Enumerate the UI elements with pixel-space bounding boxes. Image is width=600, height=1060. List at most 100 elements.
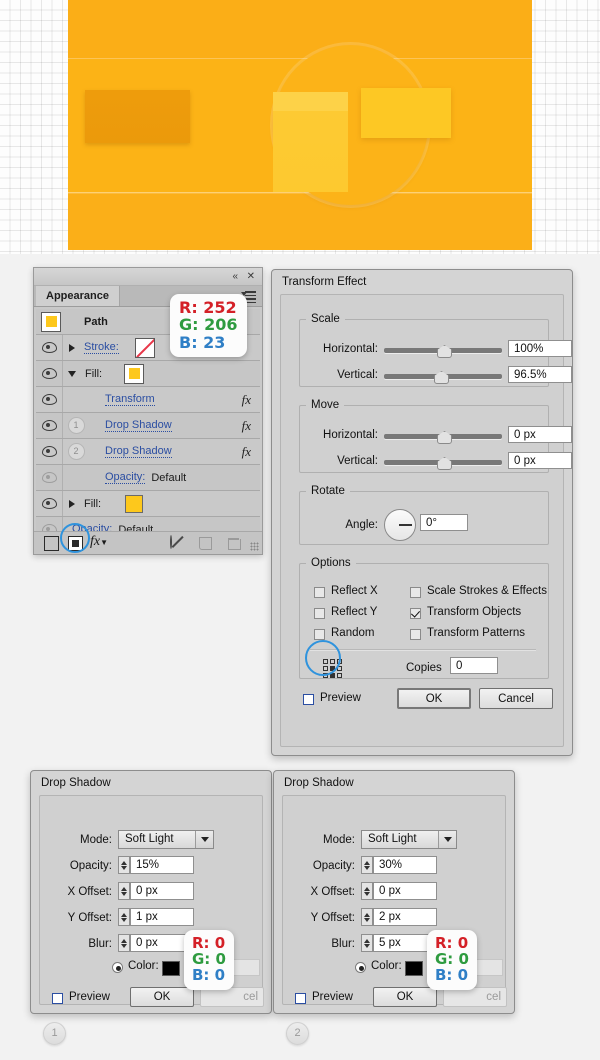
- scale-strokes-effects-checkbox[interactable]: [410, 587, 421, 598]
- ds1-color-chip[interactable]: [162, 961, 180, 976]
- visibility-toggle[interactable]: [36, 361, 63, 386]
- appearance-row-label[interactable]: Drop Shadow: [105, 419, 172, 432]
- appearance-row-label[interactable]: Fill:: [85, 368, 102, 380]
- copies-input[interactable]: [450, 657, 498, 674]
- ds1-mode-select[interactable]: Soft Light: [118, 830, 214, 849]
- ds2-preview-checkbox[interactable]: [295, 993, 306, 1004]
- ds2-opacity-spinner[interactable]: [361, 856, 373, 874]
- visibility-toggle[interactable]: [36, 335, 63, 360]
- appearance-row-drop-shadow-1[interactable]: 1 Drop Shadow fx: [36, 413, 260, 439]
- transform-cancel-button[interactable]: Cancel: [479, 688, 553, 709]
- close-icon[interactable]: ✕: [247, 270, 255, 283]
- scale-horizontal-input[interactable]: [508, 340, 572, 357]
- visibility-toggle[interactable]: [36, 491, 63, 516]
- chevron-right-icon[interactable]: [69, 499, 75, 508]
- ds1-y-offset-spinner[interactable]: [118, 908, 130, 926]
- fx-icon[interactable]: fx: [242, 418, 251, 434]
- ds1-blur-spinner[interactable]: [118, 934, 130, 952]
- transform-objects-label[interactable]: Transform Objects: [427, 606, 521, 618]
- scale-vertical-slider-knob[interactable]: [434, 371, 449, 384]
- ds1-x-offset-input[interactable]: [130, 882, 194, 900]
- stroke-swatch-none[interactable]: [134, 337, 155, 358]
- chevron-down-icon[interactable]: [68, 370, 76, 377]
- rotate-angle-input[interactable]: [420, 514, 468, 531]
- copies-label: Copies: [406, 662, 442, 674]
- ds2-color-radio[interactable]: [355, 962, 366, 973]
- fx-icon[interactable]: fx: [242, 392, 251, 408]
- scale-strokes-effects-label[interactable]: Scale Strokes & Effects: [427, 585, 547, 597]
- ds1-preview-label[interactable]: Preview: [69, 991, 110, 1003]
- ds2-y-offset-input[interactable]: [373, 908, 437, 926]
- double-chevron-left-icon[interactable]: «: [232, 270, 238, 283]
- ds1-ok-button[interactable]: OK: [130, 987, 194, 1007]
- ds2-y-offset-spinner[interactable]: [361, 908, 373, 926]
- appearance-row-label[interactable]: Fill:: [84, 498, 101, 510]
- ds2-preview-label[interactable]: Preview: [312, 991, 353, 1003]
- ds2-x-offset-input[interactable]: [373, 882, 437, 900]
- transform-ok-button[interactable]: OK: [397, 688, 471, 709]
- move-vertical-slider-knob[interactable]: [437, 457, 452, 470]
- reflect-x-label[interactable]: Reflect X: [331, 585, 378, 597]
- reflect-x-checkbox[interactable]: [314, 587, 325, 598]
- ds1-opacity-input[interactable]: [130, 856, 194, 874]
- transform-preview-label[interactable]: Preview: [320, 692, 361, 704]
- visibility-toggle[interactable]: [36, 439, 63, 464]
- visibility-toggle[interactable]: [36, 413, 63, 438]
- ds1-preview-checkbox[interactable]: [52, 993, 63, 1004]
- scale-vertical-input[interactable]: [508, 366, 572, 383]
- appearance-row-drop-shadow-2[interactable]: 2 Drop Shadow fx: [36, 439, 260, 465]
- tab-appearance[interactable]: Appearance: [36, 286, 120, 306]
- chevron-right-icon[interactable]: [69, 343, 75, 352]
- visibility-toggle[interactable]: [36, 387, 63, 412]
- appearance-row-label[interactable]: Stroke:: [84, 341, 119, 354]
- drop-shadow-dialog-1[interactable]: Drop Shadow Mode: Soft Light Opacity: X …: [30, 770, 272, 1014]
- fill-swatch[interactable]: [124, 363, 145, 384]
- ds2-color-chip[interactable]: [405, 961, 423, 976]
- random-label[interactable]: Random: [331, 627, 374, 639]
- add-new-stroke-icon[interactable]: [44, 536, 59, 551]
- move-horizontal-slider-knob[interactable]: [437, 431, 452, 444]
- ds1-x-offset-spinner[interactable]: [118, 882, 130, 900]
- ds1-color-radio[interactable]: [112, 962, 123, 973]
- ds2-x-offset-spinner[interactable]: [361, 882, 373, 900]
- ds2-mode-label: Mode:: [323, 834, 355, 846]
- reflect-y-checkbox[interactable]: [314, 608, 325, 619]
- appearance-row-label[interactable]: Drop Shadow: [105, 445, 172, 458]
- appearance-row-transform[interactable]: Transform fx: [36, 387, 260, 413]
- rotate-angle-dial[interactable]: [384, 509, 416, 541]
- ds1-opacity-spinner[interactable]: [118, 856, 130, 874]
- appearance-row-label[interactable]: Transform: [105, 393, 155, 406]
- add-new-effect-fx-icon[interactable]: fx▼: [90, 534, 108, 550]
- transform-patterns-label[interactable]: Transform Patterns: [427, 627, 525, 639]
- chevron-down-icon[interactable]: [438, 831, 456, 848]
- drop-shadow-dialog-2[interactable]: Drop Shadow Mode: Soft Light Opacity: X …: [273, 770, 515, 1014]
- fill-swatch[interactable]: [125, 494, 144, 513]
- move-horizontal-input[interactable]: [508, 426, 572, 443]
- chevron-down-icon[interactable]: [195, 831, 213, 848]
- transform-preview-checkbox[interactable]: [303, 694, 314, 705]
- move-vertical-input[interactable]: [508, 452, 572, 469]
- ds1-cancel-button[interactable]: cel: [200, 987, 264, 1007]
- reflect-y-label[interactable]: Reflect Y: [331, 606, 377, 618]
- ds2-cancel-button[interactable]: cel: [443, 987, 507, 1007]
- scale-horizontal-slider-knob[interactable]: [437, 345, 452, 358]
- appearance-row-label: Path: [84, 315, 108, 328]
- ds2-mode-select[interactable]: Soft Light: [361, 830, 457, 849]
- ds1-y-offset-input[interactable]: [130, 908, 194, 926]
- appearance-row-fill-bottom[interactable]: Fill:: [36, 491, 260, 517]
- ds2-ok-button[interactable]: OK: [373, 987, 437, 1007]
- appearance-row-label[interactable]: Opacity:: [105, 471, 146, 484]
- fx-icon[interactable]: fx: [242, 444, 251, 460]
- appearance-row-opacity-nested[interactable]: Opacity: Default: [36, 465, 260, 491]
- visibility-toggle[interactable]: [36, 465, 63, 490]
- resize-grip-icon[interactable]: [250, 542, 259, 551]
- transform-objects-checkbox[interactable]: [410, 608, 421, 619]
- appearance-row-fill-top[interactable]: Fill:: [36, 361, 260, 387]
- clear-appearance-icon[interactable]: [170, 535, 172, 549]
- transform-patterns-checkbox[interactable]: [410, 629, 421, 640]
- transform-effect-dialog[interactable]: Transform Effect Scale Horizontal: Verti…: [271, 269, 573, 756]
- duplicate-item-icon[interactable]: [199, 537, 212, 550]
- random-checkbox[interactable]: [314, 629, 325, 640]
- ds2-blur-spinner[interactable]: [361, 934, 373, 952]
- ds2-opacity-input[interactable]: [373, 856, 437, 874]
